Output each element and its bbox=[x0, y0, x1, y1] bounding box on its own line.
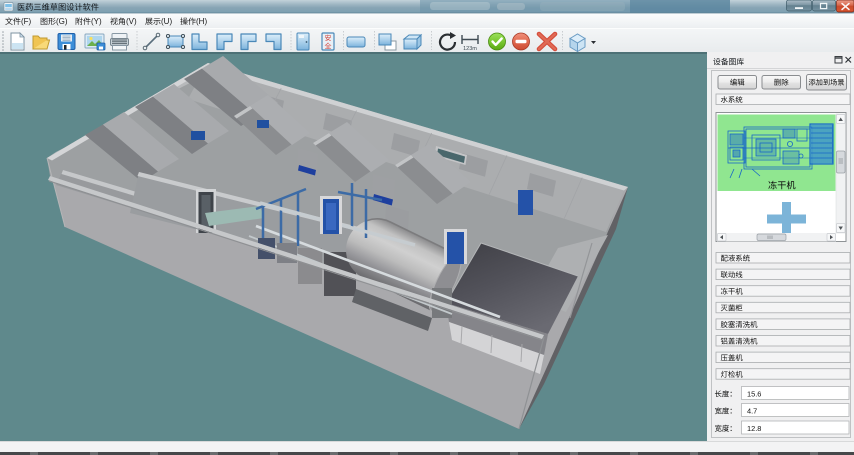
svg-text:4.7: 4.7 bbox=[747, 406, 757, 415]
svg-text:15.6: 15.6 bbox=[747, 389, 761, 398]
svg-text:(F): (F) bbox=[21, 17, 32, 26]
svg-text:(V): (V) bbox=[126, 17, 137, 26]
svg-text:(U): (U) bbox=[161, 17, 172, 26]
svg-text:(G): (G) bbox=[56, 17, 68, 26]
svg-text:(Y): (Y) bbox=[91, 17, 102, 26]
svg-text:(H): (H) bbox=[196, 17, 207, 26]
svg-text:12.8: 12.8 bbox=[747, 424, 761, 433]
svg-text:123m: 123m bbox=[463, 46, 477, 52]
